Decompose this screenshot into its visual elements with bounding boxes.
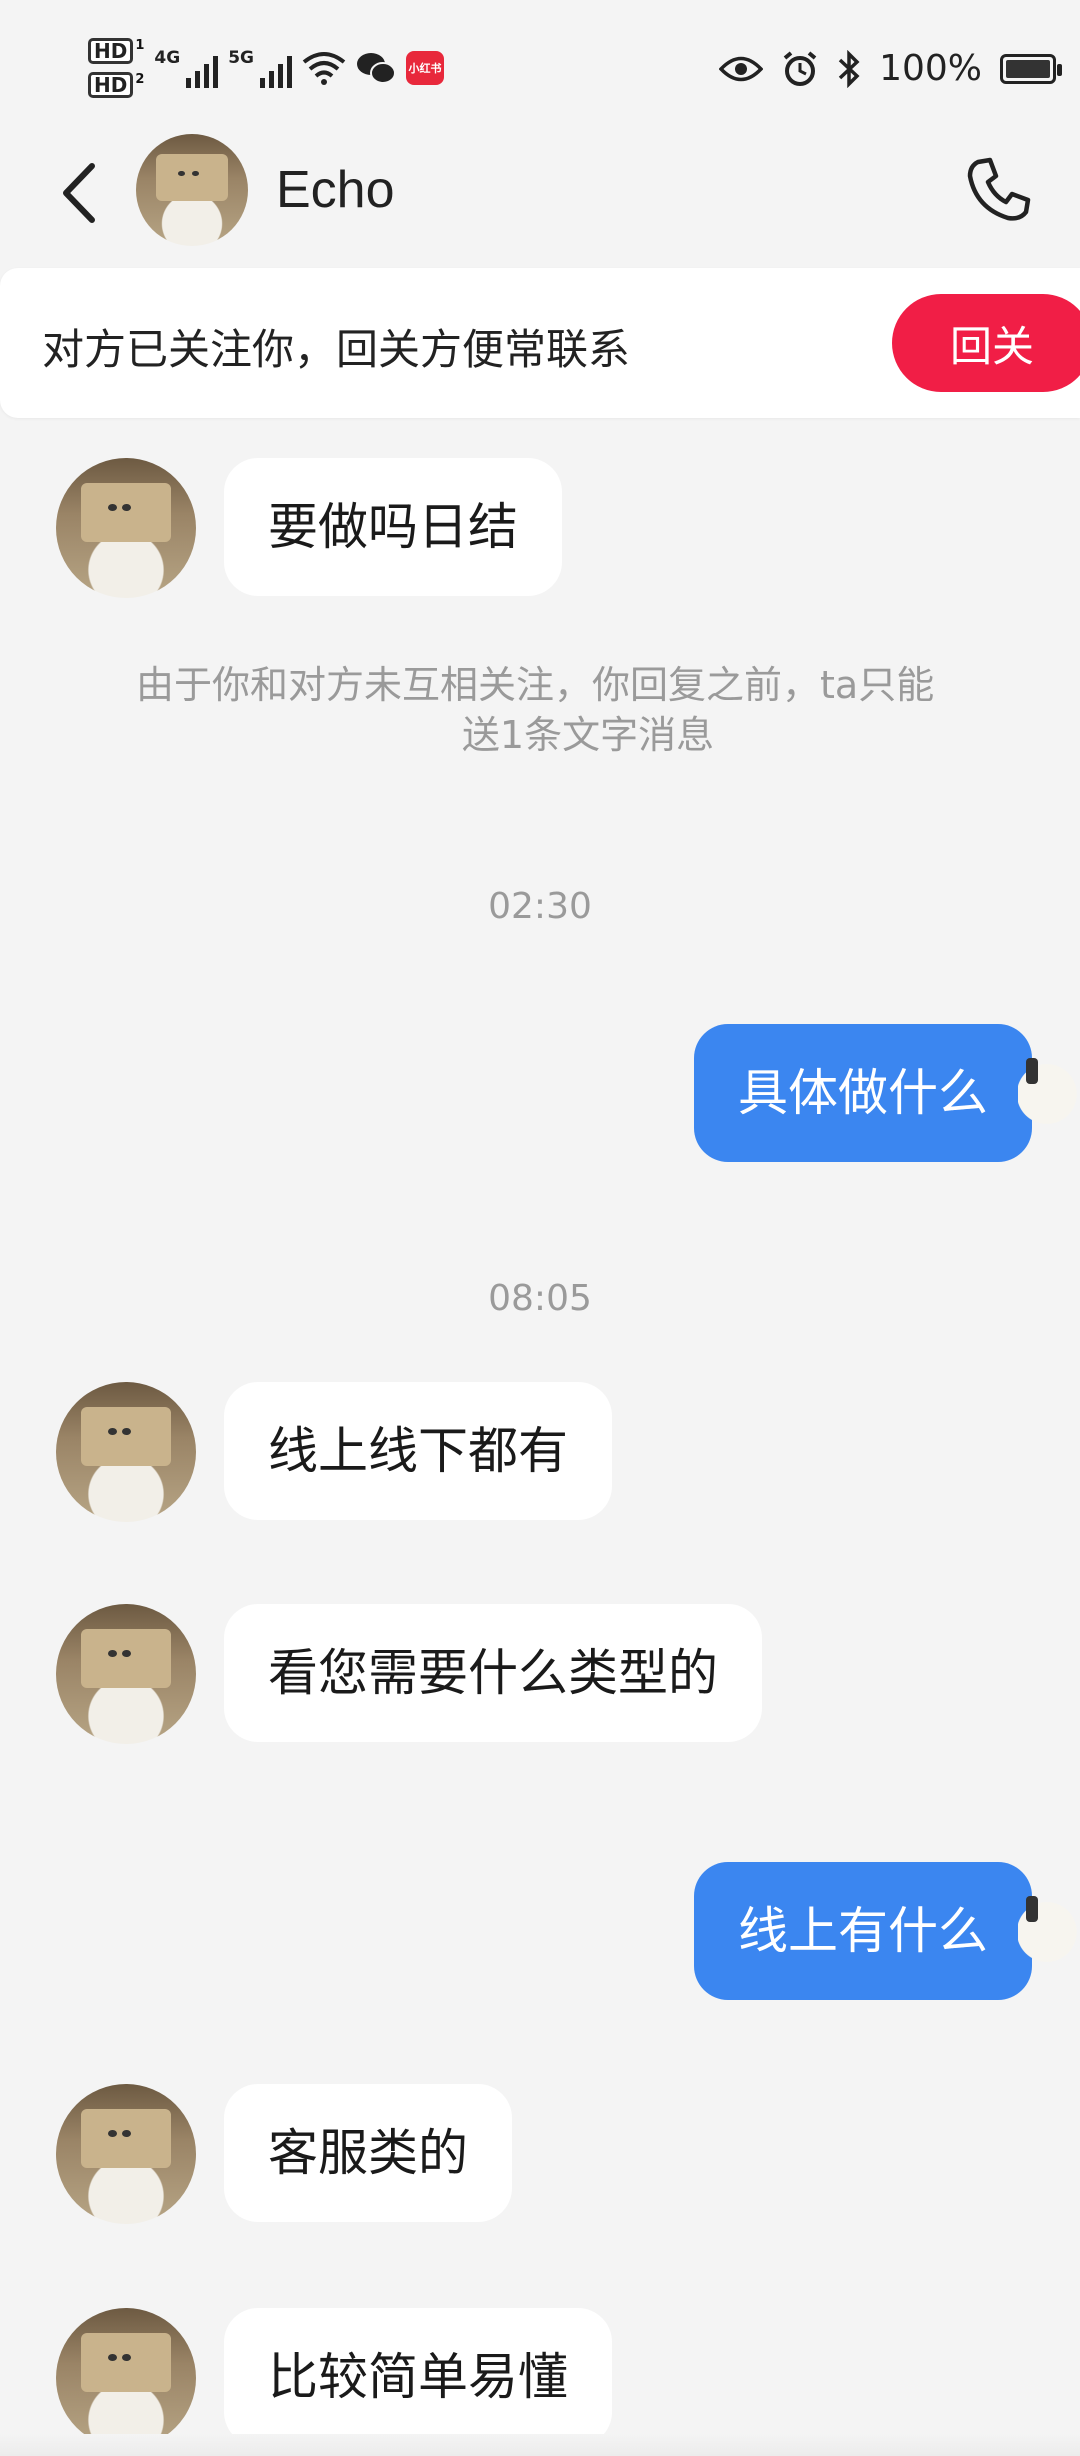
battery-percentage: 100% [879, 48, 982, 89]
wifi-icon [302, 52, 346, 85]
hd2-badge: HD [88, 72, 134, 98]
status-bar: HD 1 HD 2 4G 5G 小红书 100% [0, 0, 1080, 140]
timestamp: 02:30 [488, 886, 592, 927]
hd-indicators: HD 1 HD 2 [88, 38, 144, 98]
incoming-message[interactable]: 看您需要什么类型的 [224, 1604, 762, 1742]
follow-banner-text: 对方已关注你，回关方便常联系 [42, 325, 631, 374]
wechat-icon [356, 53, 396, 84]
incoming-message[interactable]: 客服类的 [224, 2084, 512, 2222]
outgoing-message[interactable]: 具体做什么 [694, 1024, 1032, 1162]
signal-4g-icon: 4G [154, 48, 219, 88]
status-right-group: 100% [719, 48, 1062, 89]
alarm-icon [783, 50, 817, 86]
battery-icon [1000, 53, 1062, 84]
sender-avatar[interactable] [56, 458, 196, 598]
system-notice: 由于你和对方未互相关注，你回复之前，ta只能 送1条文字消息 [136, 660, 1080, 760]
sender-avatar[interactable] [56, 1382, 196, 1522]
incoming-message[interactable]: 要做吗日结 [224, 458, 562, 596]
my-avatar[interactable] [1018, 1872, 1080, 1992]
hd1-sub: 1 [135, 38, 145, 53]
hd1-badge: HD [88, 38, 134, 64]
follow-back-banner: 对方已关注你，回关方便常联系 回关 [0, 268, 1080, 418]
net1-label: 4G [154, 48, 181, 68]
outgoing-message[interactable]: 线上有什么 [694, 1862, 1032, 2000]
follow-back-button[interactable]: 回关 [892, 294, 1080, 392]
timestamp: 08:05 [488, 1278, 592, 1319]
phone-icon[interactable] [962, 154, 1034, 226]
system-notice-line2: 送1条文字消息 [461, 713, 715, 757]
contact-name[interactable]: Echo [276, 160, 395, 220]
incoming-message[interactable]: 比较简单易懂 [224, 2308, 612, 2446]
contact-avatar[interactable] [136, 134, 248, 246]
bottom-edge [0, 2434, 1080, 2456]
xiaohongshu-badge-icon: 小红书 [405, 51, 444, 85]
signal-5g-icon: 5G [228, 48, 292, 88]
incoming-message[interactable]: 线上线下都有 [224, 1382, 612, 1520]
sender-avatar[interactable] [56, 2084, 196, 2224]
bluetooth-icon [838, 49, 860, 88]
my-avatar[interactable] [1018, 1034, 1080, 1154]
eye-icon [719, 56, 764, 81]
sender-avatar[interactable] [56, 1604, 196, 1744]
chat-header: Echo [0, 130, 1080, 260]
sender-avatar[interactable] [56, 2308, 196, 2448]
status-left-group: HD 1 HD 2 4G 5G 小红书 [88, 38, 444, 98]
back-arrow-icon[interactable] [52, 158, 112, 228]
net2-label: 5G [228, 48, 254, 68]
hd2-sub: 2 [135, 72, 145, 87]
system-notice-line1: 由于你和对方未互相关注，你回复之前，ta只能 [136, 663, 935, 707]
